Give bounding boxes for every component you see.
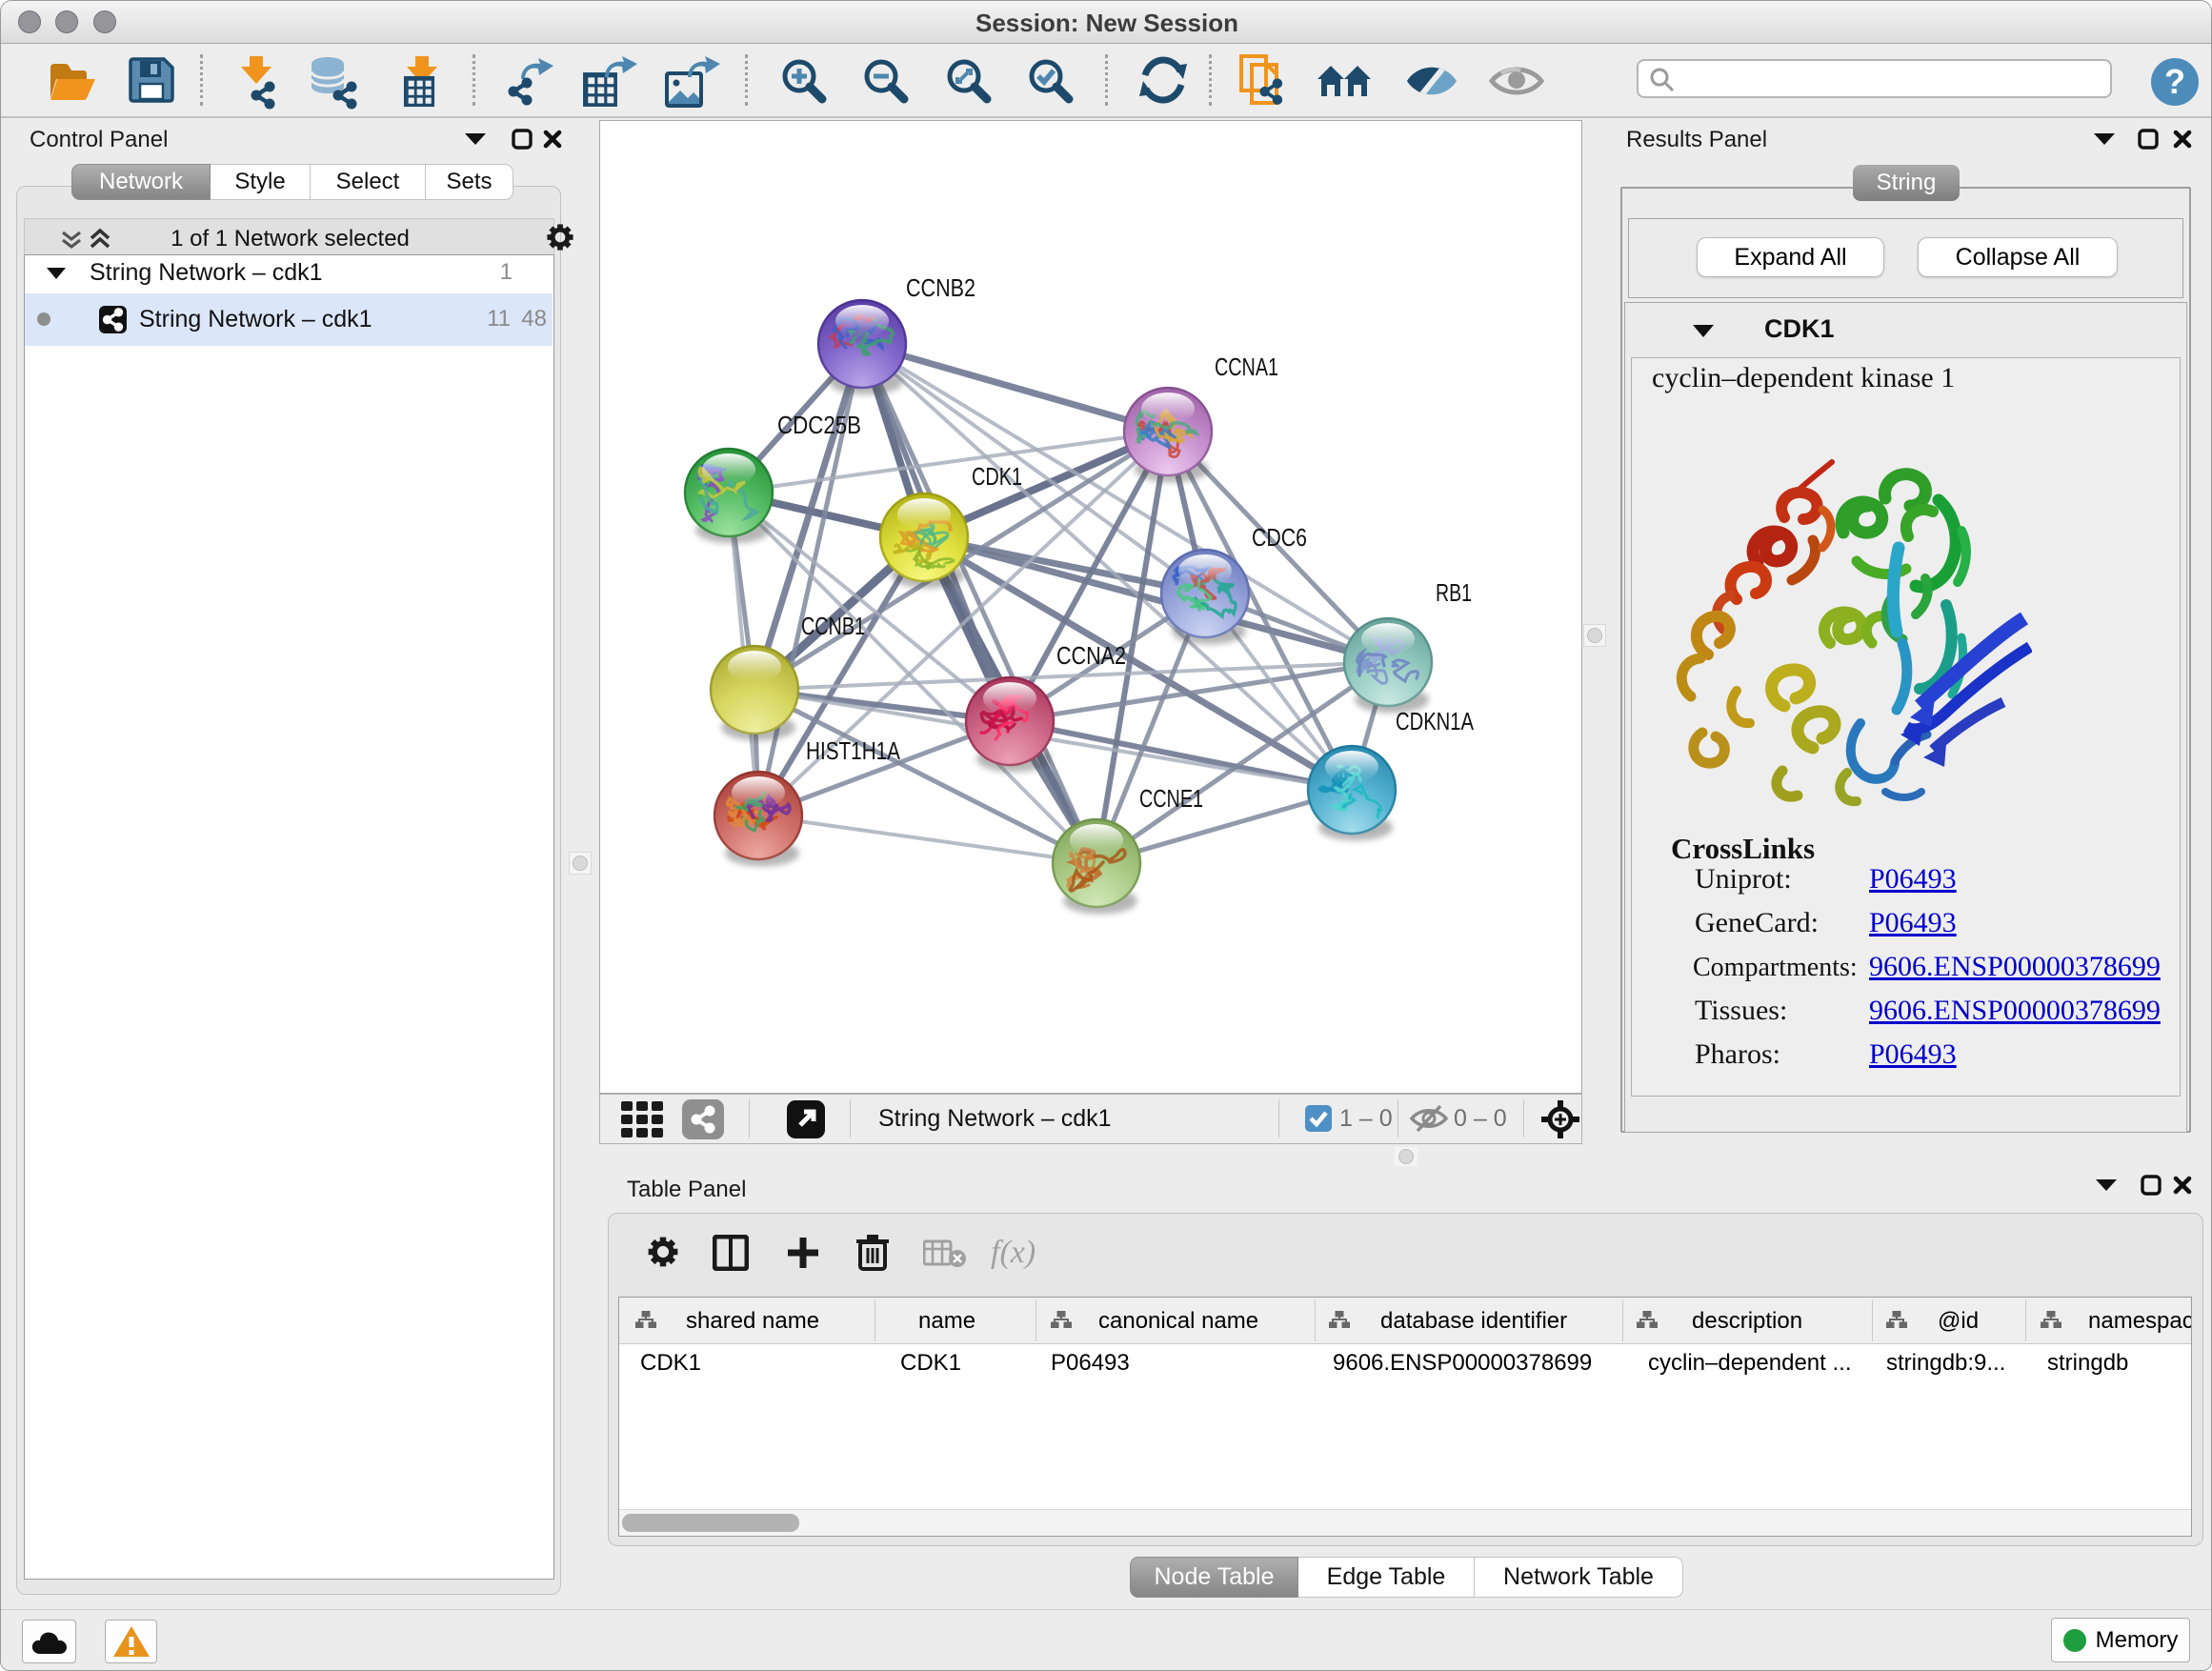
svg-text:CDC25B: CDC25B bbox=[777, 411, 861, 439]
svg-text:CDKN1A: CDKN1A bbox=[1396, 707, 1475, 735]
svg-text:CDK1: CDK1 bbox=[972, 462, 1022, 491]
svg-text:CCNA2: CCNA2 bbox=[1056, 641, 1126, 670]
svg-text:RB1: RB1 bbox=[1436, 578, 1472, 607]
svg-text:?: ? bbox=[2164, 62, 2185, 101]
svg-text:CCNE1: CCNE1 bbox=[1139, 784, 1203, 813]
svg-text:CCNA1: CCNA1 bbox=[1215, 352, 1278, 381]
svg-text:CDC6: CDC6 bbox=[1252, 523, 1307, 552]
svg-text:CCNB1: CCNB1 bbox=[801, 612, 865, 640]
svg-text:HIST1H1A: HIST1H1A bbox=[806, 736, 901, 765]
svg-text:CCNB2: CCNB2 bbox=[906, 273, 975, 302]
